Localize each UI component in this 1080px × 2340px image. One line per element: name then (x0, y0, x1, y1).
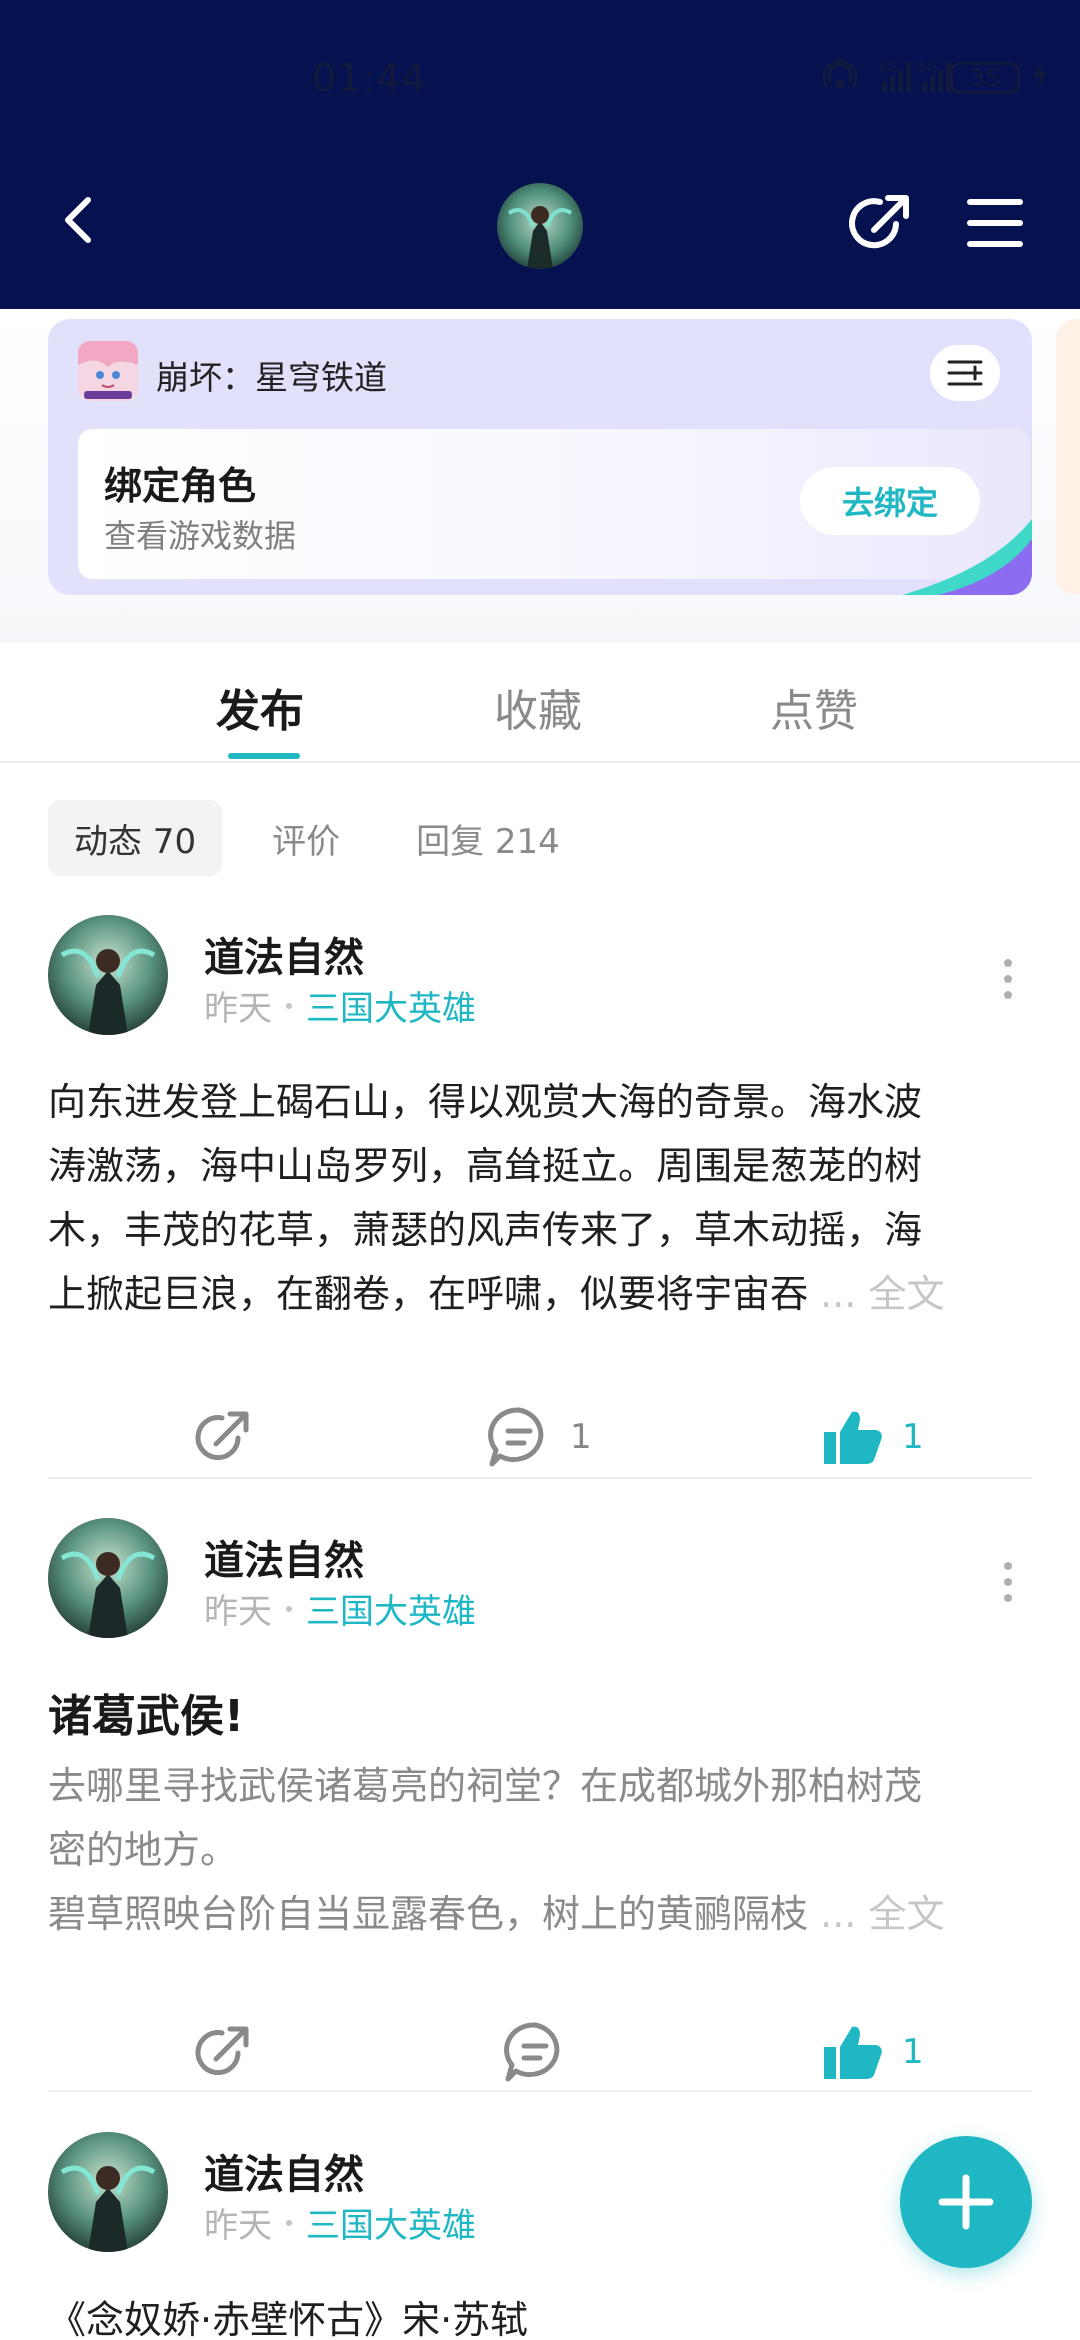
post-body[interactable]: 去哪里寻找武侯诸葛亮的祠堂？在成都城外那柏树茂 密的地方。 碧草照映台阶自当显露… (48, 1754, 1032, 1946)
thumbs-up-icon (824, 1411, 882, 1464)
post-actions: 1 1 (0, 1397, 1080, 1477)
post-time: 昨天 (204, 2206, 272, 2246)
game-icon (78, 341, 138, 401)
tab-publish[interactable]: 发布 (216, 675, 304, 739)
share-button[interactable] (848, 190, 914, 256)
post-body[interactable]: 《念奴娇·赤壁怀古》宋·苏轼 (48, 2288, 1032, 2340)
charging-icon (1032, 60, 1048, 96)
subtab-posts[interactable]: 动态 70 (48, 800, 223, 876)
create-post-button[interactable] (900, 2136, 1032, 2268)
meta-separator (286, 2219, 292, 2226)
like-count: 1 (902, 1417, 924, 1457)
post-line: 上掀起巨浪，在翻卷，在呼啸，似要将宇宙吞 (48, 1272, 809, 1316)
bind-subtitle: 查看游戏数据 (104, 517, 297, 555)
sub-tabs: 动态 70 评价 回复 214 (48, 800, 586, 876)
comment-count: 1 (570, 1417, 592, 1457)
list-add-icon (947, 360, 983, 386)
bind-panel: 绑定角色 查看游戏数据 去绑定 (78, 429, 1030, 579)
bind-title: 绑定角色 (104, 464, 257, 508)
card-switch-button[interactable] (930, 345, 1000, 401)
post-line-last: 碧草照映台阶自当显露春色，树上的黄鹂隔枝 ... 全文 (48, 1882, 1032, 1946)
post-author[interactable]: 道法自然 (204, 2142, 364, 2200)
active-tab-indicator (228, 753, 300, 759)
post-line: 去哪里寻找武侯诸葛亮的祠堂？在成都城外那柏树茂 (48, 1764, 923, 1808)
tab-likes[interactable]: 点赞 (770, 675, 858, 739)
like-action[interactable]: 1 (822, 2012, 924, 2092)
top-header: 01:44 4G 5G 35 (0, 0, 1080, 309)
network-label-1: 4G (878, 60, 899, 76)
post-line: 密的地方。 (48, 1828, 239, 1872)
more-options-button[interactable] (1000, 959, 1016, 999)
subtab-replies[interactable]: 回复 214 (390, 800, 586, 876)
post-line: 向东进发登上碣石山，得以观赏大海的奇景。海水波 (48, 1080, 923, 1124)
more-options-button[interactable] (1000, 1562, 1016, 1602)
post-line: 《念奴娇·赤壁怀古》宋·苏轼 (48, 2298, 529, 2340)
full-text-link[interactable]: 全文 (868, 1892, 944, 1936)
status-time: 01:44 (312, 56, 427, 100)
meta-separator (286, 1002, 292, 1009)
next-card-peek[interactable] (1056, 319, 1080, 595)
share-icon (195, 2026, 249, 2076)
post-game-tag[interactable]: 三国大英雄 (306, 1584, 476, 1633)
comment-icon (488, 1407, 544, 1467)
subtab-reviews[interactable]: 评价 (246, 800, 366, 876)
post-divider (48, 1477, 1032, 1479)
ellipsis: ... (820, 1892, 857, 1936)
header-avatar[interactable] (497, 183, 583, 269)
share-action[interactable] (192, 1397, 254, 1477)
post-time: 昨天 (204, 989, 272, 1029)
like-count: 1 (902, 2032, 924, 2072)
post-line-last: 上掀起巨浪，在翻卷，在呼啸，似要将宇宙吞 ... 全文 (48, 1262, 1032, 1326)
post-body[interactable]: 向东进发登上碣石山，得以观赏大海的奇景。海水波 涛激荡，海中山岛罗列，高耸挺立。… (48, 1070, 1032, 1326)
chevron-left-icon (65, 197, 91, 243)
post-author[interactable]: 道法自然 (204, 1528, 364, 1586)
battery-icon: 35 (950, 62, 1020, 94)
status-icons: 4G 5G 35 (822, 58, 1048, 98)
post-game-tag[interactable]: 三国大英雄 (306, 2198, 476, 2247)
menu-icon (967, 199, 1023, 247)
menu-button[interactable] (966, 196, 1024, 250)
tab-favorites[interactable]: 收藏 (494, 675, 582, 739)
post-meta: 昨天 三国大英雄 (204, 1584, 476, 1633)
bind-role-card[interactable]: 崩坏：星穹铁道 绑定角色 查看游戏数据 去绑定 (48, 319, 1032, 595)
share-icon (849, 195, 909, 249)
like-action[interactable]: 1 (822, 1397, 924, 1477)
bind-area: 崩坏：星穹铁道 绑定角色 查看游戏数据 去绑定 (0, 309, 1080, 643)
meta-separator (286, 1605, 292, 1612)
post-actions: 1 (0, 2012, 1080, 2092)
battery-level: 35 (969, 64, 1001, 92)
post-meta: 昨天 三国大英雄 (204, 2198, 476, 2247)
main-tabs: 发布 收藏 点赞 (0, 643, 1080, 763)
post-line: 木，丰茂的花草，萧瑟的风声传来了，草木动摇，海 (48, 1208, 923, 1252)
game-name: 崩坏：星穹铁道 (156, 358, 387, 397)
post-game-tag[interactable]: 三国大英雄 (306, 981, 476, 1030)
avatar[interactable] (48, 2132, 168, 2252)
post-line: 涛激荡，海中山岛罗列，高耸挺立。周围是葱茏的树 (48, 1144, 923, 1188)
avatar[interactable] (48, 1518, 168, 1638)
plus-icon (938, 2174, 994, 2230)
ellipsis: ... (820, 1272, 857, 1316)
card-corner-decoration (902, 519, 1032, 595)
post-meta: 昨天 三国大英雄 (204, 981, 476, 1030)
post-divider (48, 2090, 1032, 2092)
post-author[interactable]: 道法自然 (204, 925, 364, 983)
post-title[interactable]: 诸葛武侯! (48, 1680, 244, 1744)
avatar[interactable] (48, 915, 168, 1035)
back-button[interactable] (50, 190, 110, 250)
hotspot-icon (822, 59, 858, 97)
post-line: 碧草照映台阶自当显露春色，树上的黄鹂隔枝 (48, 1892, 809, 1936)
comment-action[interactable]: 1 (486, 1397, 592, 1477)
network-label-2: 5G (918, 60, 938, 76)
share-icon (195, 1411, 249, 1461)
share-action[interactable] (192, 2012, 254, 2092)
full-text-link[interactable]: 全文 (868, 1272, 944, 1316)
thumbs-up-icon (824, 2026, 882, 2079)
comment-icon (504, 2022, 560, 2082)
comment-action[interactable] (502, 2012, 568, 2092)
post-time: 昨天 (204, 1592, 272, 1632)
